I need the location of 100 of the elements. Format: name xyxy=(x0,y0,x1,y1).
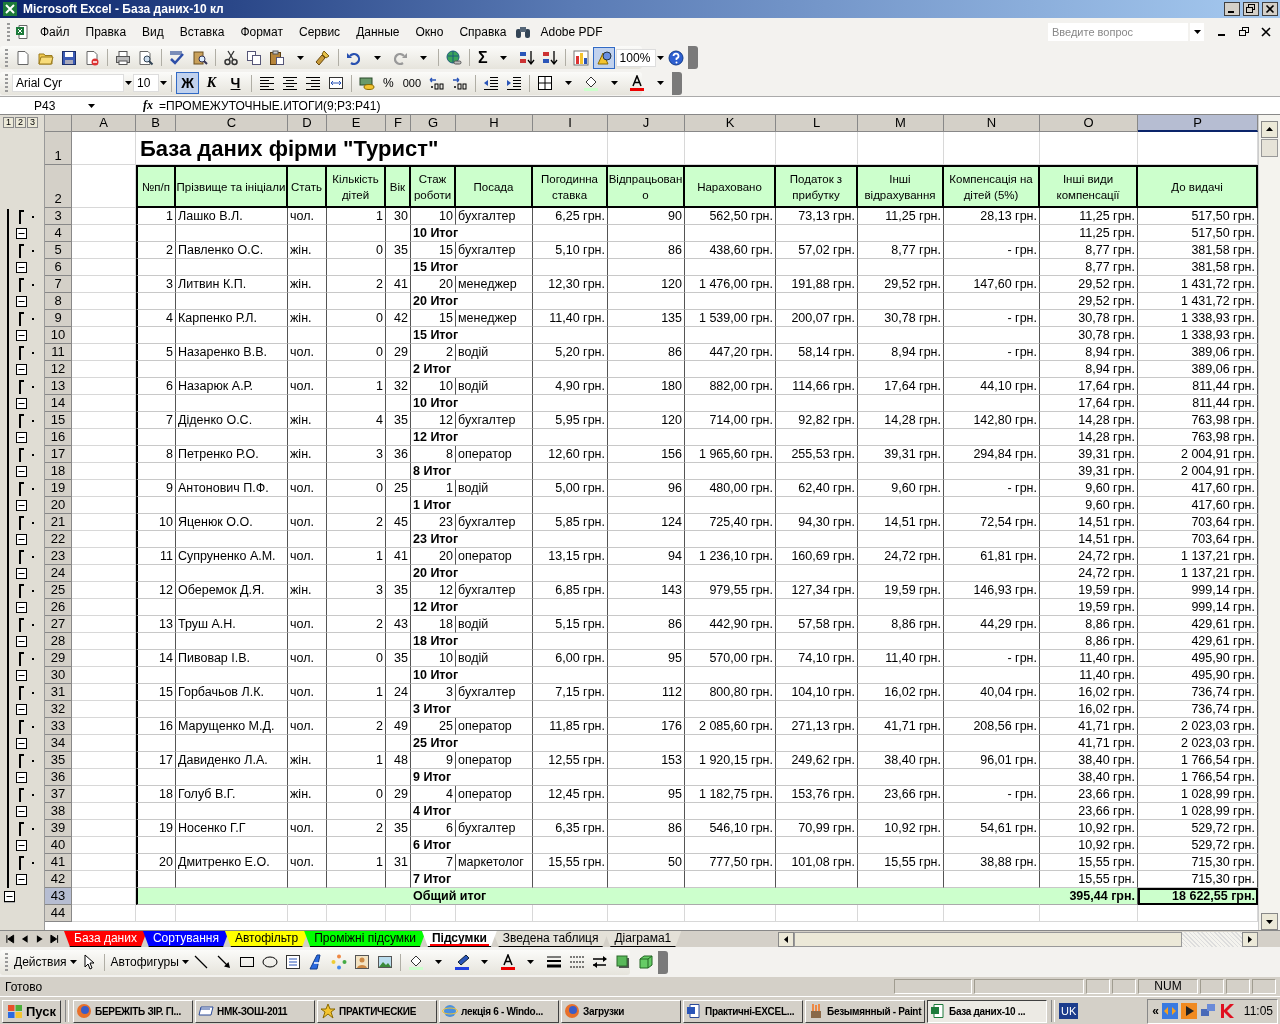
arrow-icon[interactable] xyxy=(215,954,232,970)
row-header[interactable]: 33 xyxy=(45,718,72,735)
collapse-icon[interactable] xyxy=(16,296,27,307)
spelling-icon[interactable] xyxy=(169,49,185,66)
row-header[interactable]: 28 xyxy=(45,633,72,650)
grip-handle[interactable] xyxy=(5,74,8,92)
collapse-icon[interactable] xyxy=(16,636,27,647)
row-header[interactable]: 4 xyxy=(45,225,72,242)
row-header[interactable]: 39 xyxy=(45,820,72,837)
show-hidden-icons-button[interactable]: « xyxy=(1152,1004,1159,1018)
actions-menu-button[interactable]: Действия xyxy=(12,951,69,973)
caret-icon[interactable] xyxy=(656,55,664,60)
borders-icon[interactable] xyxy=(537,75,554,91)
row-header[interactable]: 16 xyxy=(45,429,72,446)
menu-item[interactable]: Правка xyxy=(78,22,134,41)
collapse-icon[interactable] xyxy=(16,874,27,885)
clip-art-icon[interactable] xyxy=(353,954,370,970)
font-size-field[interactable]: 10 xyxy=(133,74,159,92)
row-header[interactable]: 12 xyxy=(45,361,72,378)
row-header[interactable]: 32 xyxy=(45,701,72,718)
scroll-thumb[interactable] xyxy=(1261,139,1278,157)
last-sheet-icon[interactable] xyxy=(47,933,60,945)
collapse-icon[interactable] xyxy=(16,500,27,511)
font-color-icon[interactable] xyxy=(499,954,516,970)
currency-icon[interactable] xyxy=(359,75,375,91)
row-header[interactable]: 44 xyxy=(45,905,72,922)
autosum-button[interactable]: Σ xyxy=(474,46,492,69)
row-header[interactable]: 5 xyxy=(45,242,72,259)
row-header[interactable]: 10 xyxy=(45,327,72,344)
insert-function-button[interactable]: fx xyxy=(143,98,153,113)
taskbar-button[interactable]: ПРАКТИЧЕСКИЕ xyxy=(317,999,437,1023)
vertical-scrollbar[interactable] xyxy=(1258,115,1280,930)
row-header[interactable]: 1 xyxy=(45,132,72,165)
column-header[interactable]: J xyxy=(608,115,685,132)
3d-icon[interactable] xyxy=(637,954,654,970)
column-header[interactable]: N xyxy=(944,115,1040,132)
sheet-tab[interactable]: Діаграма1 xyxy=(604,931,682,947)
row-header[interactable]: 34 xyxy=(45,735,72,752)
decrease-decimal-icon[interactable] xyxy=(452,75,469,91)
caret-icon[interactable] xyxy=(88,103,95,108)
formula-field[interactable]: =ПРОМЕЖУТОЧНЫЕ.ИТОГИ(9;P3:P41) xyxy=(159,98,381,113)
align-left-icon[interactable] xyxy=(259,75,275,91)
menu-item[interactable]: Файл xyxy=(33,22,77,41)
caret-icon[interactable] xyxy=(564,81,572,85)
toolbar-options-icon[interactable] xyxy=(657,950,668,974)
scroll-left-icon[interactable] xyxy=(778,931,794,947)
row-header[interactable]: 13 xyxy=(45,378,72,395)
comma-style-button[interactable]: 000 xyxy=(398,72,426,94)
column-header[interactable]: M xyxy=(858,115,944,132)
row-header[interactable]: 3 xyxy=(45,208,72,225)
caret-icon[interactable] xyxy=(373,55,381,60)
caret-icon[interactable] xyxy=(656,81,664,85)
restore-icon[interactable] xyxy=(1243,2,1259,16)
line-color-icon[interactable] xyxy=(453,954,470,970)
font-field[interactable]: Arial Cyr xyxy=(12,74,124,92)
column-header[interactable]: A xyxy=(72,115,136,132)
close-icon[interactable] xyxy=(1260,25,1272,38)
collapse-icon[interactable] xyxy=(16,262,27,273)
row-header[interactable]: 30 xyxy=(45,667,72,684)
oval-icon[interactable] xyxy=(261,954,278,970)
collapse-icon[interactable] xyxy=(4,891,15,903)
collapse-icon[interactable] xyxy=(16,568,27,579)
taskbar-button[interactable]: База даних-10 ... xyxy=(927,999,1047,1023)
row-header[interactable]: 25 xyxy=(45,582,72,599)
column-header[interactable]: H xyxy=(456,115,533,132)
collapse-icon[interactable] xyxy=(16,670,27,681)
caret-icon[interactable] xyxy=(160,81,167,85)
row-header[interactable]: 23 xyxy=(45,548,72,565)
align-right-icon[interactable] xyxy=(305,75,321,91)
collapse-icon[interactable] xyxy=(16,330,27,341)
column-header[interactable]: E xyxy=(327,115,386,132)
caret-icon[interactable] xyxy=(419,55,427,60)
row-header[interactable]: 9 xyxy=(45,310,72,327)
minimize-icon[interactable] xyxy=(1224,2,1240,16)
merge-center-icon[interactable] xyxy=(328,75,344,91)
grip-handle[interactable] xyxy=(7,22,10,41)
permission-icon[interactable] xyxy=(84,49,100,66)
taskbar-button[interactable]: НМК-ЗОШ-2011 xyxy=(195,999,315,1023)
row-header[interactable]: 29 xyxy=(45,650,72,667)
wordart-icon[interactable] xyxy=(307,954,324,970)
taskbar-button[interactable]: Безымянный - Paint xyxy=(805,999,925,1023)
taskbar-button[interactable]: лекція 6 - Windo... xyxy=(439,999,559,1023)
font-style-button[interactable]: Ж xyxy=(176,72,199,94)
caret-icon[interactable] xyxy=(125,81,132,85)
collapse-icon[interactable] xyxy=(16,228,27,239)
row-header[interactable]: 37 xyxy=(45,786,72,803)
line-icon[interactable] xyxy=(192,954,209,970)
caret-icon[interactable] xyxy=(481,960,489,964)
collapse-icon[interactable] xyxy=(16,704,27,715)
text-box-icon[interactable] xyxy=(284,954,301,970)
caret-icon[interactable] xyxy=(435,960,443,964)
row-header[interactable]: 17 xyxy=(45,446,72,463)
row-header[interactable]: 19 xyxy=(45,480,72,497)
first-sheet-icon[interactable] xyxy=(4,933,17,945)
research-icon[interactable] xyxy=(192,49,208,66)
collapse-icon[interactable] xyxy=(16,806,27,817)
sheet-tab[interactable]: Проміжні підсумки xyxy=(304,931,426,947)
caret-icon[interactable] xyxy=(500,55,508,60)
chart-icon[interactable] xyxy=(572,49,589,66)
decrease-indent-icon[interactable] xyxy=(483,75,500,91)
